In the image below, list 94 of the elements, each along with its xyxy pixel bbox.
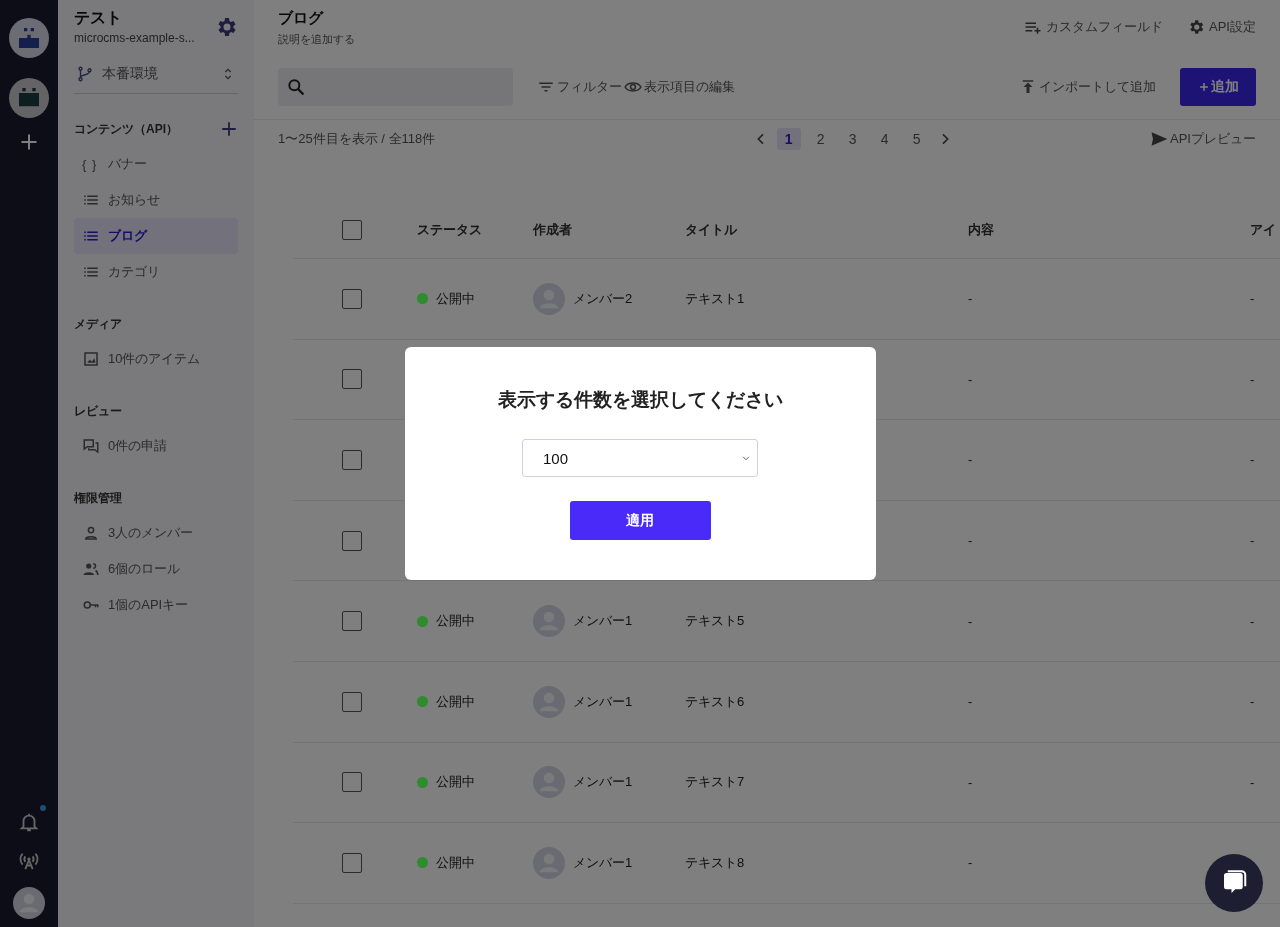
checkbox[interactable] — [342, 288, 362, 309]
table-cell: - — [1250, 291, 1255, 307]
checkbox[interactable] — [342, 220, 362, 240]
checkbox[interactable] — [342, 530, 362, 551]
count-select[interactable]: 100 — [522, 439, 758, 477]
author-name: メンバー2 — [573, 289, 633, 308]
section-title: メディア — [74, 316, 122, 333]
search-icon — [286, 77, 306, 97]
table-cell: - — [1250, 774, 1255, 790]
pixel-logo-icon[interactable] — [9, 18, 49, 58]
checkbox[interactable] — [342, 369, 362, 390]
apply-button[interactable]: 適用 — [569, 501, 711, 540]
sidebar-item[interactable]: ブログ — [74, 218, 238, 254]
add-icon[interactable] — [220, 120, 238, 138]
checkbox[interactable] — [342, 611, 362, 632]
page-number[interactable]: 2 — [808, 128, 833, 150]
sidebar-item[interactable]: { } バナー — [74, 146, 238, 182]
toolbar-link[interactable]: インポートして追加 — [1019, 78, 1156, 96]
table-cell: - — [968, 774, 973, 790]
chat-button[interactable] — [1205, 854, 1263, 912]
section-title: 権限管理 — [74, 490, 122, 507]
status-text: 公開中 — [436, 773, 475, 792]
sidebar-item[interactable]: カテゴリ — [74, 254, 238, 290]
sidebar-item[interactable]: 10件のアイテム — [74, 341, 238, 377]
table-cell: テキスト5 — [685, 612, 745, 631]
header-link[interactable]: カスタムフィールド — [1024, 18, 1164, 36]
project-icon[interactable] — [9, 78, 49, 118]
page-title: ブログ — [278, 9, 325, 28]
section-title: コンテンツ（API） — [74, 120, 178, 138]
status-text: 公開中 — [436, 612, 475, 631]
plus-icon[interactable] — [19, 132, 39, 152]
sidebar-item[interactable]: 1個のAPIキー — [74, 587, 238, 623]
sidebar-item[interactable]: 3人のメンバー — [74, 515, 238, 551]
status-text: 公開中 — [436, 853, 475, 872]
column-header: アイ — [1250, 221, 1276, 239]
table-cell: テキスト8 — [685, 853, 745, 872]
api-preview-link[interactable]: APIプレビュー — [1150, 130, 1256, 148]
page-number[interactable]: 1 — [776, 128, 801, 150]
table-cell: テキスト7 — [685, 773, 745, 792]
status-text: 公開中 — [436, 692, 475, 711]
status-text: 公開中 — [436, 289, 475, 308]
checkbox[interactable] — [342, 852, 362, 873]
table-cell: - — [968, 613, 973, 629]
branch-icon — [76, 65, 94, 83]
section-title: レビュー — [74, 403, 122, 420]
send-icon — [1150, 130, 1168, 148]
table-cell: - — [1250, 371, 1255, 387]
table-cell: - — [968, 291, 973, 307]
page-number[interactable]: 4 — [872, 128, 897, 150]
table-cell: - — [968, 694, 973, 710]
page-number[interactable]: 3 — [840, 128, 865, 150]
checkbox[interactable] — [342, 691, 362, 712]
sidebar-item[interactable]: 0件の申請 — [74, 428, 238, 464]
bell-icon[interactable] — [18, 811, 40, 833]
chat-bubbles-icon — [82, 437, 100, 455]
person-icon — [82, 524, 100, 542]
toolbar-link[interactable]: 表示項目の編集 — [624, 78, 735, 96]
author-name: メンバー1 — [573, 853, 633, 872]
table-cell: - — [968, 452, 973, 468]
sidebar-item[interactable]: 6個のロール — [74, 551, 238, 587]
column-header: 作成者 — [533, 221, 572, 239]
table-cell: - — [1250, 694, 1255, 710]
header-link[interactable]: API設定 — [1187, 18, 1256, 36]
table-cell: テキスト1 — [685, 289, 745, 308]
table-cell: - — [1250, 613, 1255, 629]
table-cell: - — [1250, 452, 1255, 468]
checkbox[interactable] — [342, 450, 362, 470]
author-name: メンバー1 — [573, 773, 633, 792]
author-name: メンバー1 — [573, 612, 633, 631]
image-icon — [82, 350, 100, 368]
toolbar-link[interactable]: フィルター — [537, 78, 622, 96]
sidebar-item[interactable]: お知らせ — [74, 182, 238, 218]
add-description-link[interactable]: 説明を追加する — [278, 32, 355, 47]
table-cell: - — [968, 855, 973, 871]
column-header: 内容 — [968, 221, 994, 239]
modal-title: 表示する件数を選択してください — [497, 388, 783, 412]
column-header: ステータス — [417, 221, 482, 239]
search-field[interactable] — [278, 68, 513, 106]
people-icon — [82, 560, 100, 578]
column-header: タイトル — [685, 221, 737, 239]
checkbox[interactable] — [342, 772, 362, 793]
author-name: メンバー1 — [573, 692, 633, 711]
avatar-icon[interactable] — [13, 887, 45, 919]
table-cell: - — [1250, 533, 1255, 549]
environment-select[interactable]: 本番環境 — [74, 55, 238, 94]
project-id: microcms-example-s... — [74, 31, 195, 45]
project-name: テスト — [74, 8, 123, 28]
add-button[interactable]: ＋追加 — [1180, 68, 1256, 106]
page-number[interactable]: 5 — [904, 128, 929, 150]
braces-icon: { } — [82, 156, 100, 172]
result-count: 1〜25件目を表示 / 全118件 — [278, 130, 436, 148]
table-cell: - — [968, 533, 973, 549]
table-cell: - — [968, 371, 973, 387]
table-cell: テキスト6 — [685, 692, 745, 711]
